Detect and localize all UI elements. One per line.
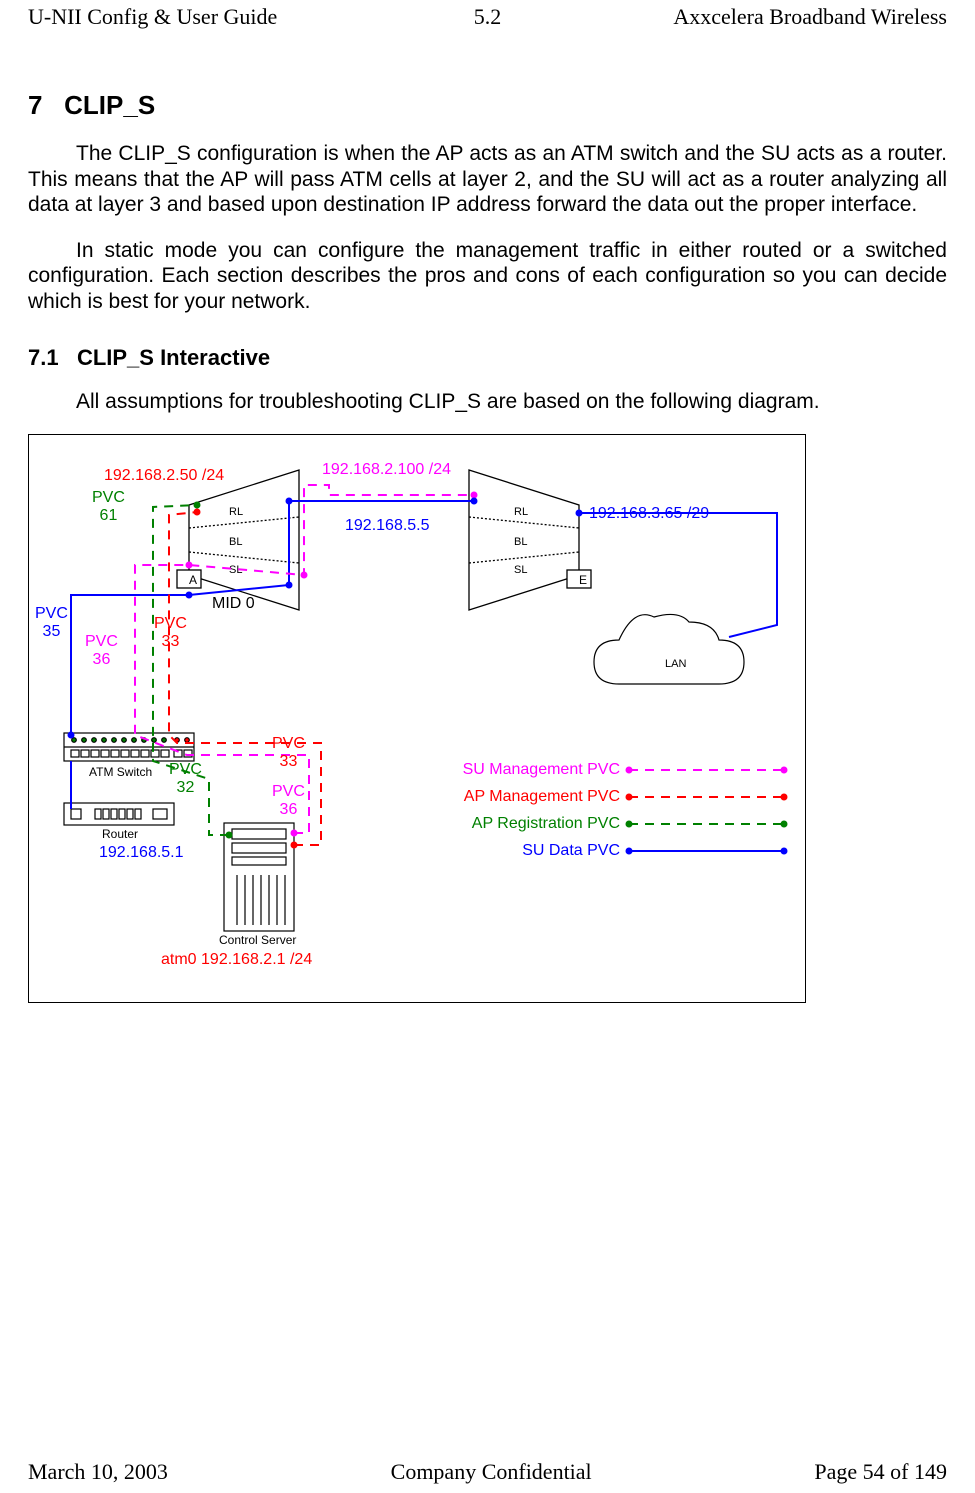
- paragraph-1: The CLIP_S configuration is when the AP …: [28, 141, 947, 218]
- header-left: U-NII Config & User Guide: [28, 4, 334, 30]
- ap-rl: RL: [229, 506, 243, 518]
- header-right: Axxcelera Broadband Wireless: [641, 4, 947, 30]
- pvc-61: PVC 61: [92, 489, 125, 525]
- pvc-36b: PVC 36: [272, 783, 305, 819]
- router-ip: 192.168.5.1: [99, 844, 184, 862]
- footer-center: Company Confidential: [391, 1459, 592, 1485]
- section-heading: 7 CLIP_S: [28, 90, 947, 121]
- su-letter-E: E: [579, 573, 587, 587]
- su-mgmt-ip: 192.168.2.100 /24: [322, 461, 451, 479]
- router-label: Router: [102, 827, 138, 841]
- pvc-35: PVC 35: [35, 605, 68, 641]
- section-title: CLIP_S: [64, 90, 155, 120]
- footer-right: Page 54 of 149: [814, 1459, 947, 1485]
- ap-bl: BL: [229, 536, 242, 548]
- control-server-ip: atm0 192.168.2.1 /24: [161, 951, 312, 969]
- paragraph-2: In static mode you can configure the man…: [28, 238, 947, 315]
- network-diagram: A RL BL SL E RL BL SL LAN: [28, 434, 806, 1003]
- header-center: 5.2: [334, 4, 640, 30]
- pvc-33b: PVC 33: [272, 735, 305, 771]
- su-bl: BL: [514, 536, 527, 548]
- ap-letter-A: A: [189, 573, 197, 587]
- legend-su-mgmt: SU Management PVC: [463, 761, 620, 779]
- legend-ap-reg: AP Registration PVC: [472, 815, 620, 833]
- pvc-33a: PVC 33: [154, 615, 187, 651]
- su-sl: SL: [514, 564, 527, 576]
- ap-mid: MID 0: [212, 595, 255, 613]
- subsection-heading: 7.1 CLIP_S Interactive: [28, 345, 947, 371]
- ap-mgmt-ip: 192.168.2.50 /24: [104, 467, 224, 485]
- su-rl: RL: [514, 506, 528, 518]
- lan-label: LAN: [665, 658, 686, 670]
- pvc-36a: PVC 36: [85, 633, 118, 669]
- pvc-32: PVC 32: [169, 761, 202, 797]
- footer-left: March 10, 2003: [28, 1459, 168, 1485]
- control-server-label: Control Server: [219, 933, 296, 947]
- atm-switch-label: ATM Switch: [89, 765, 152, 779]
- ap-data-ip: 192.168.5.5: [345, 517, 430, 535]
- legend-ap-mgmt: AP Management PVC: [464, 788, 620, 806]
- legend-su-data: SU Data PVC: [522, 842, 620, 860]
- subsection-title: CLIP_S Interactive: [77, 345, 270, 370]
- subsection-number: 7.1: [28, 345, 59, 370]
- su-eth-ip: 192.168.3.65 /29: [589, 505, 709, 523]
- paragraph-3: All assumptions for troubleshooting CLIP…: [28, 389, 947, 415]
- section-number: 7: [28, 90, 42, 120]
